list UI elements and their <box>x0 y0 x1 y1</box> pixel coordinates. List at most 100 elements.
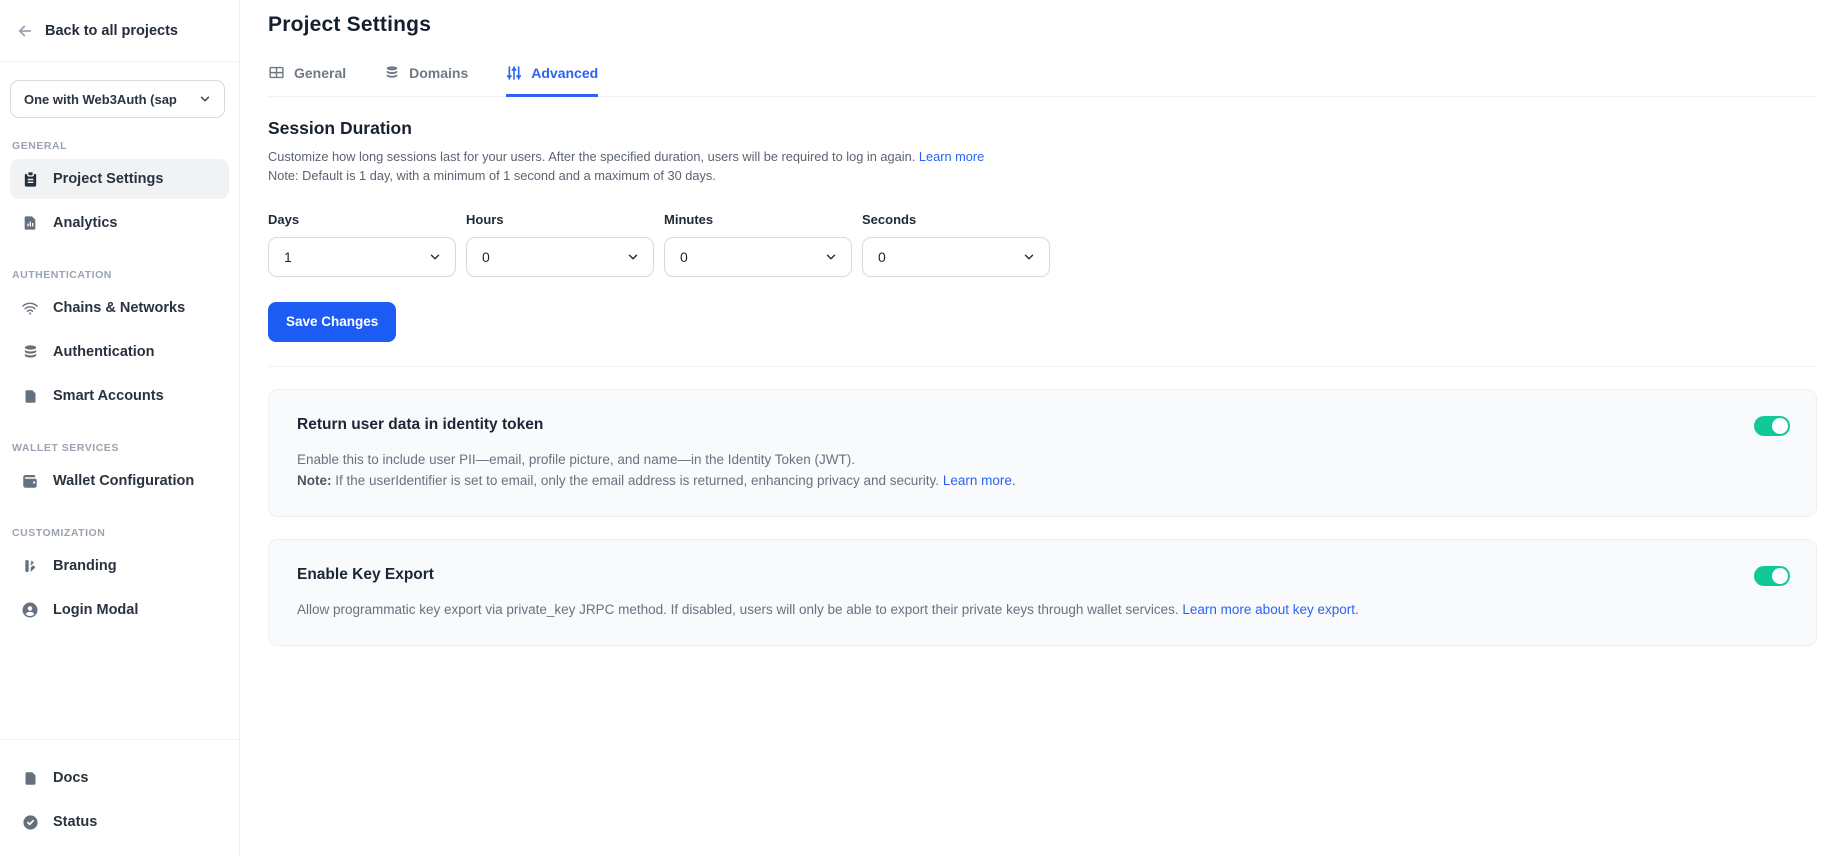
field-days: Days 1 <box>268 212 456 277</box>
sidebar-item-smart-accounts[interactable]: Smart Accounts <box>10 376 229 416</box>
tab-bar: General Domains Advanced <box>268 64 1817 97</box>
sidebar-top-divider <box>0 61 239 62</box>
sidebar-item-label: Docs <box>53 770 88 786</box>
chevron-down-icon <box>824 250 838 264</box>
wifi-icon <box>21 299 39 317</box>
page-title: Project Settings <box>268 0 1817 37</box>
field-seconds: Seconds 0 <box>862 212 1050 277</box>
document-icon <box>21 387 39 405</box>
field-hours: Hours 0 <box>466 212 654 277</box>
sidebar-item-chains-networks[interactable]: Chains & Networks <box>10 288 229 328</box>
sidebar-item-label: Login Modal <box>53 602 138 618</box>
table-icon <box>268 64 285 81</box>
sidebar-item-analytics[interactable]: Analytics <box>10 203 229 243</box>
sidebar-item-label: Branding <box>53 558 117 574</box>
card-title: Return user data in identity token <box>297 416 1788 434</box>
tab-advanced[interactable]: Advanced <box>506 64 598 97</box>
description-line2: If the userIdentifier is set to email, o… <box>332 473 943 488</box>
seconds-select[interactable]: 0 <box>862 237 1050 277</box>
field-label: Hours <box>466 212 654 227</box>
sidebar: Back to all projects One with Web3Auth (… <box>0 0 240 856</box>
database-icon <box>21 343 39 361</box>
toggle-knob <box>1772 568 1788 584</box>
field-label: Seconds <box>862 212 1050 227</box>
learn-more-link[interactable]: Learn more <box>919 149 984 164</box>
sidebar-item-authentication[interactable]: Authentication <box>10 332 229 372</box>
sidebar-item-project-settings[interactable]: Project Settings <box>10 159 229 199</box>
session-duration-section: Session Duration Customize how long sess… <box>268 118 1817 342</box>
learn-more-link[interactable]: Learn more about key export. <box>1182 602 1358 617</box>
wallet-icon <box>21 472 39 490</box>
select-value: 1 <box>284 249 292 265</box>
sidebar-item-wallet-configuration[interactable]: Wallet Configuration <box>10 461 229 501</box>
select-value: 0 <box>878 249 886 265</box>
field-label: Days <box>268 212 456 227</box>
card-description: Allow programmatic key export via privat… <box>297 599 1788 621</box>
session-duration-title: Session Duration <box>268 118 1817 139</box>
learn-more-link[interactable]: Learn more. <box>943 473 1016 488</box>
field-minutes: Minutes 0 <box>664 212 852 277</box>
session-duration-description: Customize how long sessions last for you… <box>268 147 1817 185</box>
sidebar-item-label: Status <box>53 814 97 830</box>
chevron-down-icon <box>198 92 212 106</box>
database-icon <box>384 65 400 81</box>
select-value: 0 <box>482 249 490 265</box>
sidebar-item-label: Wallet Configuration <box>53 473 194 489</box>
key-export-toggle[interactable] <box>1754 566 1790 586</box>
arrow-left-icon <box>16 22 34 40</box>
description-line1: Allow programmatic key export via privat… <box>297 602 1182 617</box>
key-export-card: Enable Key Export Allow programmatic key… <box>268 539 1817 646</box>
back-to-all-projects-button[interactable]: Back to all projects <box>0 0 239 61</box>
chevron-down-icon <box>1022 250 1036 264</box>
identity-token-card: Return user data in identity token Enabl… <box>268 389 1817 517</box>
project-selector-dropdown[interactable]: One with Web3Auth (sap <box>10 80 225 118</box>
toggle-knob <box>1772 418 1788 434</box>
note-text: Note: Default is 1 day, with a minimum o… <box>268 168 716 183</box>
main-content: Project Settings General Domains Advance… <box>240 0 1840 856</box>
chevron-down-icon <box>626 250 640 264</box>
back-label: Back to all projects <box>45 23 178 39</box>
sidebar-item-label: Project Settings <box>53 171 163 187</box>
identity-token-toggle[interactable] <box>1754 416 1790 436</box>
sidebar-item-branding[interactable]: Branding <box>10 546 229 586</box>
user-circle-icon <box>21 601 39 619</box>
field-label: Minutes <box>664 212 852 227</box>
sidebar-item-label: Smart Accounts <box>53 388 164 404</box>
hours-select[interactable]: 0 <box>466 237 654 277</box>
sidebar-item-login-modal[interactable]: Login Modal <box>10 590 229 630</box>
app-root: Back to all projects One with Web3Auth (… <box>0 0 1840 856</box>
minutes-select[interactable]: 0 <box>664 237 852 277</box>
check-circle-icon <box>21 813 39 831</box>
select-value: 0 <box>680 249 688 265</box>
document-icon <box>21 769 39 787</box>
tab-domains[interactable]: Domains <box>384 64 468 97</box>
project-selector-value: One with Web3Auth (sap <box>24 92 177 107</box>
card-title: Enable Key Export <box>297 566 1788 584</box>
sidebar-item-label: Authentication <box>53 344 155 360</box>
tab-label: Advanced <box>531 65 598 81</box>
section-label-general: GENERAL <box>12 140 239 152</box>
description-text: Customize how long sessions last for you… <box>268 149 919 164</box>
sidebar-footer-divider <box>0 739 239 740</box>
duration-fields: Days 1 Hours 0 Minutes 0 <box>268 212 1817 277</box>
tab-label: Domains <box>409 65 468 81</box>
sidebar-item-label: Chains & Networks <box>53 300 185 316</box>
save-changes-button[interactable]: Save Changes <box>268 302 396 342</box>
analytics-doc-icon <box>21 214 39 232</box>
sliders-icon <box>506 65 522 81</box>
card-description: Enable this to include user PII—email, p… <box>297 449 1788 492</box>
clipboard-icon <box>21 170 39 188</box>
tab-general[interactable]: General <box>268 64 346 97</box>
brush-icon <box>21 557 39 575</box>
sidebar-footer: Docs Status <box>0 739 239 856</box>
tab-label: General <box>294 65 346 81</box>
section-divider <box>268 366 1817 367</box>
section-label-customization: CUSTOMIZATION <box>12 527 239 539</box>
note-prefix: Note: <box>297 473 332 488</box>
chevron-down-icon <box>428 250 442 264</box>
sidebar-item-docs[interactable]: Docs <box>10 758 229 798</box>
sidebar-item-status[interactable]: Status <box>10 802 229 842</box>
days-select[interactable]: 1 <box>268 237 456 277</box>
section-label-wallet-services: WALLET SERVICES <box>12 442 239 454</box>
sidebar-item-label: Analytics <box>53 215 117 231</box>
